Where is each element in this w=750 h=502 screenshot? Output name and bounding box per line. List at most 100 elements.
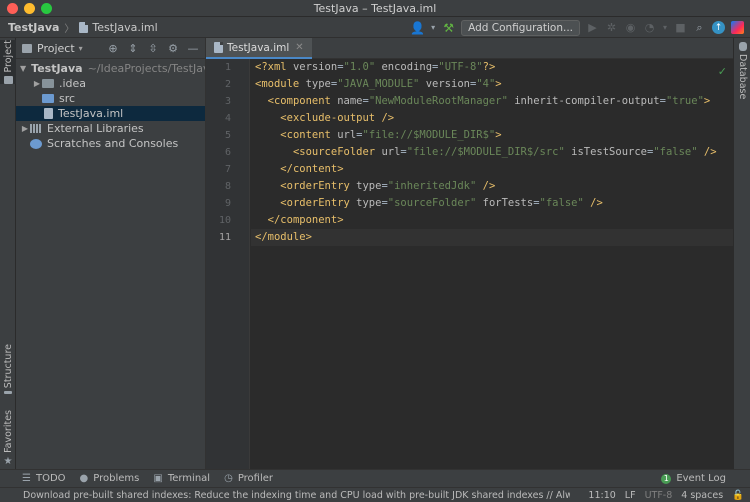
terminal-tool-button[interactable]: ▣ Terminal [153,473,210,484]
database-icon [738,42,747,51]
project-view-icon [22,43,32,53]
project-tool-tab[interactable]: Project [0,40,16,84]
code-token: forTests [482,197,534,209]
code-area[interactable]: <?xml version="1.0" encoding="UTF-8"?> <m… [251,59,733,469]
structure-tool-tab[interactable]: Structure [0,344,16,394]
line-number: 7 [224,164,231,175]
favorites-tool-tab[interactable]: Favorites ★ [0,410,16,467]
code-token: "sourceFolder" [387,197,477,209]
run-icon[interactable]: ▶ [586,21,599,34]
status-message[interactable]: Download pre-built shared indexes: Reduc… [0,490,570,501]
jetbrains-logo-icon[interactable] [731,21,744,34]
tree-item-label: src [59,92,76,105]
line-number: 9 [224,198,231,209]
code-token: /> [476,180,496,192]
code-line[interactable]: </component> [251,212,733,229]
event-log-tool-button[interactable]: 1 Event Log [661,473,726,484]
chevron-down-icon[interactable]: ▾ [79,44,83,53]
breadcrumb-file[interactable]: TestJava.iml [92,21,157,34]
line-number: 6 [224,147,231,158]
tree-item-label: Scratches and Consoles [47,137,179,150]
tree-item-scratches[interactable]: Scratches and Consoles [16,136,205,151]
project-view-selector[interactable]: Project [37,42,75,55]
code-token: <component [267,95,338,107]
tree-item-idea[interactable]: ▶ .idea [16,76,205,91]
code-line[interactable]: </module> [251,229,733,246]
code-token: "file://$MODULE_DIR$/src" [406,146,565,158]
search-icon[interactable]: ⌕ [693,21,706,34]
favorites-tool-tab-label: Favorites [2,410,14,453]
profile-icon[interactable]: ◔ [643,21,656,34]
collapse-all-icon[interactable]: ⇳ [147,42,159,55]
coverage-icon[interactable]: ◉ [624,21,637,34]
code-line[interactable]: <?xml version="1.0" encoding="UTF-8"?> [251,59,733,76]
profiler-tool-button[interactable]: ◷ Profiler [224,473,273,484]
tree-item-src[interactable]: src [16,91,205,106]
gear-icon[interactable]: ⚙ [167,42,179,55]
hide-panel-icon[interactable]: — [187,42,199,55]
tree-root-name: TestJava [31,62,83,75]
locate-file-icon[interactable]: ⊕ [107,42,119,55]
code-line[interactable]: <component name="NewModuleRootManager" i… [251,93,733,110]
tree-item-label: External Libraries [47,122,144,135]
minimize-window-button[interactable] [24,3,35,14]
line-number: 11 [218,232,231,243]
chevron-right-icon[interactable]: ▶ [32,79,42,88]
line-number-gutter[interactable]: 1 2 3 4 5 6 7 8 9 10 11 [206,59,250,469]
code-line[interactable]: <orderEntry type="inheritedJdk" /> [251,178,733,195]
more-run-chevron-icon[interactable]: ▾ [662,21,668,34]
status-widgets: 11:10 LF UTF-8 4 spaces 🔓 [588,488,750,502]
expand-all-icon[interactable]: ⇕ [127,42,139,55]
code-token: ?> [482,61,496,73]
scratches-icon [30,138,42,149]
database-tool-tab[interactable]: Database [734,42,750,99]
code-token: "JAVA_MODULE" [337,78,420,90]
no-problems-check-icon[interactable]: ✓ [718,65,727,78]
build-hammer-icon[interactable]: ⚒ [442,21,455,35]
code-line[interactable]: </content> [251,161,733,178]
close-icon[interactable]: ✕ [295,42,303,53]
right-tool-strip: Database [733,38,750,469]
code-token: inherit-compiler-output [514,95,660,107]
code-token: </content> [280,163,344,175]
source-folder-icon [42,94,54,103]
tree-item-root[interactable]: ▼ TestJava ~/IdeaProjects/TestJava [16,61,205,76]
code-line[interactable]: <exclude-output /> [251,110,733,127]
code-token: "false" [653,146,698,158]
problems-tool-button[interactable]: ● Problems [80,473,140,484]
code-line[interactable]: <orderEntry type="sourceFolder" forTests… [251,195,733,212]
code-line[interactable]: <module type="JAVA_MODULE" version="4"> [251,76,733,93]
user-icon[interactable]: 👤 [410,21,425,35]
zoom-window-button[interactable] [41,3,52,14]
stop-icon[interactable]: ■ [674,21,687,34]
todo-tool-button[interactable]: ☰ TODO [22,473,66,484]
database-tool-tab-label: Database [737,54,748,100]
chevron-down-icon[interactable]: ▼ [20,64,26,73]
event-log-label: Event Log [676,473,726,484]
breadcrumb-project[interactable]: TestJava [8,21,59,34]
file-encoding[interactable]: UTF-8 [645,490,673,501]
debug-icon[interactable]: ✲ [605,21,618,34]
editor-tab-active[interactable]: TestJava.iml ✕ [206,38,312,59]
code-token: <module [255,78,306,90]
tree-item-iml[interactable]: TestJava.iml [16,106,205,121]
code-token: isTestSource [571,146,647,158]
code-line[interactable]: <sourceFolder url="file://$MODULE_DIR$/s… [251,144,733,161]
caret-position[interactable]: 11:10 [588,490,615,501]
code-line[interactable]: <content url="file://$MODULE_DIR$"> [251,127,733,144]
terminal-label: Terminal [167,473,211,484]
chevron-down-icon[interactable]: ▾ [430,21,436,34]
editor-tab-bar: TestJava.iml ✕ [206,38,733,59]
update-icon[interactable]: ↑ [712,21,725,34]
code-token: /> [697,146,717,158]
tree-item-external-libraries[interactable]: ▶ External Libraries [16,121,205,136]
line-separator[interactable]: LF [625,490,636,501]
lock-icon[interactable]: 🔓 [732,490,744,501]
close-window-button[interactable] [7,3,18,14]
chevron-right-icon[interactable]: ▶ [20,124,30,133]
add-configuration-button[interactable]: Add Configuration... [461,19,580,36]
indent-setting[interactable]: 4 spaces [681,490,723,501]
